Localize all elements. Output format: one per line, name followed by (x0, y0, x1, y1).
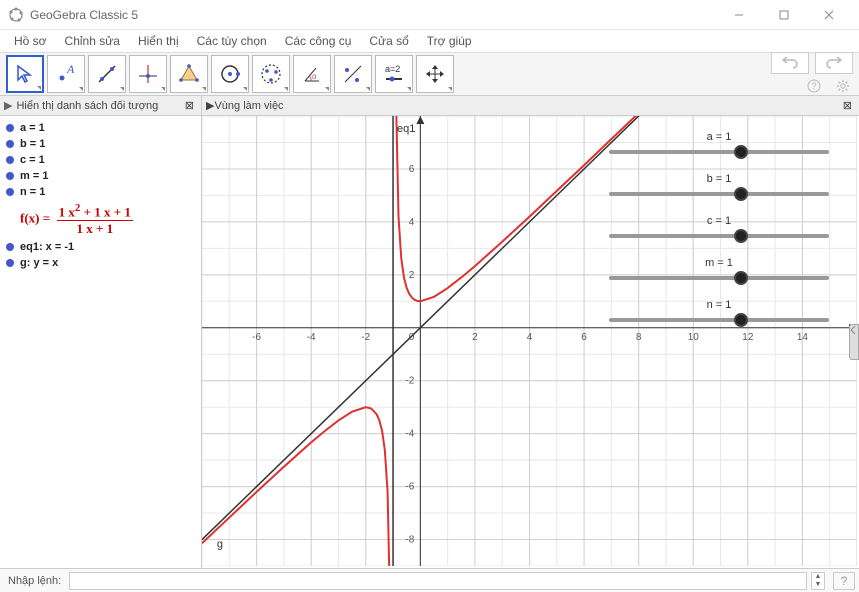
menu-chinhsua[interactable]: Chỉnh sửa (57, 32, 128, 50)
slider-b[interactable]: b = 1 (609, 173, 829, 201)
tool-perpendicular[interactable] (129, 55, 167, 93)
bullet-icon (6, 124, 14, 132)
menu-tuychon[interactable]: Các tùy chọn (189, 32, 275, 50)
slider-m[interactable]: m = 1 (609, 257, 829, 285)
obj-eq1[interactable]: eq1: x = -1 (6, 239, 195, 255)
svg-text:4: 4 (409, 217, 415, 228)
svg-text:a=2: a=2 (385, 64, 400, 74)
svg-text:-2: -2 (405, 376, 414, 387)
side-handle[interactable] (849, 324, 859, 360)
bullet-icon (6, 156, 14, 164)
slider-knob[interactable] (734, 229, 748, 243)
title-bar: GeoGebra Classic 5 (0, 0, 859, 30)
svg-text:2: 2 (409, 270, 415, 281)
obj-g[interactable]: g: y = x (6, 255, 195, 271)
bullet-icon (6, 243, 14, 251)
bullet-icon (6, 140, 14, 148)
tool-bar: A α a=2 ? (0, 52, 859, 96)
svg-text:α: α (312, 72, 317, 81)
algebra-header: ▶ Hiển thị danh sách đối tượng ⊠ (0, 96, 201, 116)
bullet-icon (6, 172, 14, 180)
tool-ellipse[interactable] (252, 55, 290, 93)
obj-f[interactable]: f(x) = 1 x2 + 1 x + 11 x + 1 (6, 200, 195, 239)
obj-n[interactable]: n = 1 (6, 184, 195, 200)
menu-hienthi[interactable]: Hiển thị (130, 32, 187, 50)
tool-move-view[interactable] (416, 55, 454, 93)
graphics-close-icon[interactable]: ⊠ (840, 99, 855, 112)
svg-text:-4: -4 (405, 429, 414, 440)
slider-a[interactable]: a = 1 (609, 131, 829, 159)
obj-m[interactable]: m = 1 (6, 168, 195, 184)
slider-knob[interactable] (734, 313, 748, 327)
sliders-group: a = 1 b = 1 c = 1 m = 1 n = 1 (609, 131, 829, 341)
svg-text:-8: -8 (405, 535, 414, 546)
menu-hoso[interactable]: Hồ sơ (6, 32, 55, 50)
obj-c[interactable]: c = 1 (6, 152, 195, 168)
slider-n[interactable]: n = 1 (609, 299, 829, 327)
help-icon[interactable]: ? (804, 76, 824, 96)
algebra-close-icon[interactable]: ⊠ (182, 99, 197, 112)
settings-icon[interactable] (833, 76, 853, 96)
menu-cuaso[interactable]: Cửa sổ (361, 32, 416, 50)
collapse-arrow-icon[interactable]: ▶ (206, 99, 214, 112)
svg-text:?: ? (812, 81, 817, 91)
redo-button[interactable] (815, 52, 853, 74)
svg-text:-6: -6 (252, 332, 261, 343)
obj-a[interactable]: a = 1 (6, 120, 195, 136)
minimize-button[interactable] (716, 0, 761, 30)
svg-text:4: 4 (527, 332, 533, 343)
input-stepper[interactable]: ▲▼ (811, 572, 825, 590)
tool-angle[interactable]: α (293, 55, 331, 93)
menu-bar: Hồ sơ Chỉnh sửa Hiển thị Các tùy chọn Cá… (0, 30, 859, 52)
svg-text:g: g (217, 538, 223, 550)
svg-text:eq1: eq1 (397, 123, 415, 135)
object-list: a = 1 b = 1 c = 1 m = 1 n = 1 f(x) = 1 x… (0, 116, 201, 568)
window-title: GeoGebra Classic 5 (30, 8, 716, 22)
svg-text:-6: -6 (405, 482, 414, 493)
undo-button[interactable] (771, 52, 809, 74)
main-area: ▶ Hiển thị danh sách đối tượng ⊠ a = 1 b… (0, 96, 859, 568)
bullet-icon (6, 259, 14, 267)
svg-text:-2: -2 (361, 332, 370, 343)
menu-trogiup[interactable]: Trợ giúp (419, 32, 480, 50)
graphics-header: ▶ Vùng làm việc ⊠ (202, 96, 859, 116)
tool-circle[interactable] (211, 55, 249, 93)
tool-line[interactable] (88, 55, 126, 93)
algebra-header-label: Hiển thị danh sách đối tượng (16, 100, 158, 112)
close-button[interactable] (806, 0, 851, 30)
svg-text:2: 2 (472, 332, 478, 343)
tool-move[interactable] (6, 55, 44, 93)
bullet-icon (6, 188, 14, 196)
input-bar: Nhập lệnh: ▲▼ ? (0, 568, 859, 592)
graphics-view[interactable]: -6-4-2246810121416-8-6-4-22460eq1g a = 1… (202, 116, 859, 568)
svg-text:A: A (66, 62, 75, 76)
graphics-header-label: Vùng làm việc (214, 100, 283, 112)
slider-c[interactable]: c = 1 (609, 215, 829, 243)
graphics-panel: ▶ Vùng làm việc ⊠ -6-4-2246810121416-8-6… (202, 96, 859, 568)
input-help-icon[interactable]: ? (833, 572, 855, 590)
algebra-panel: ▶ Hiển thị danh sách đối tượng ⊠ a = 1 b… (0, 96, 202, 568)
svg-text:-4: -4 (307, 332, 316, 343)
menu-congcu[interactable]: Các công cụ (277, 32, 360, 50)
app-logo (8, 7, 24, 23)
tool-polygon[interactable] (170, 55, 208, 93)
obj-b[interactable]: b = 1 (6, 136, 195, 152)
maximize-button[interactable] (761, 0, 806, 30)
slider-knob[interactable] (734, 187, 748, 201)
tool-slider[interactable]: a=2 (375, 55, 413, 93)
slider-knob[interactable] (734, 145, 748, 159)
svg-text:6: 6 (581, 332, 587, 343)
command-input[interactable] (69, 572, 807, 590)
tool-point[interactable]: A (47, 55, 85, 93)
collapse-arrow-icon[interactable]: ▶ (4, 99, 12, 112)
input-label: Nhập lệnh: (4, 575, 65, 587)
svg-text:6: 6 (409, 164, 415, 175)
slider-knob[interactable] (734, 271, 748, 285)
tool-reflect[interactable] (334, 55, 372, 93)
